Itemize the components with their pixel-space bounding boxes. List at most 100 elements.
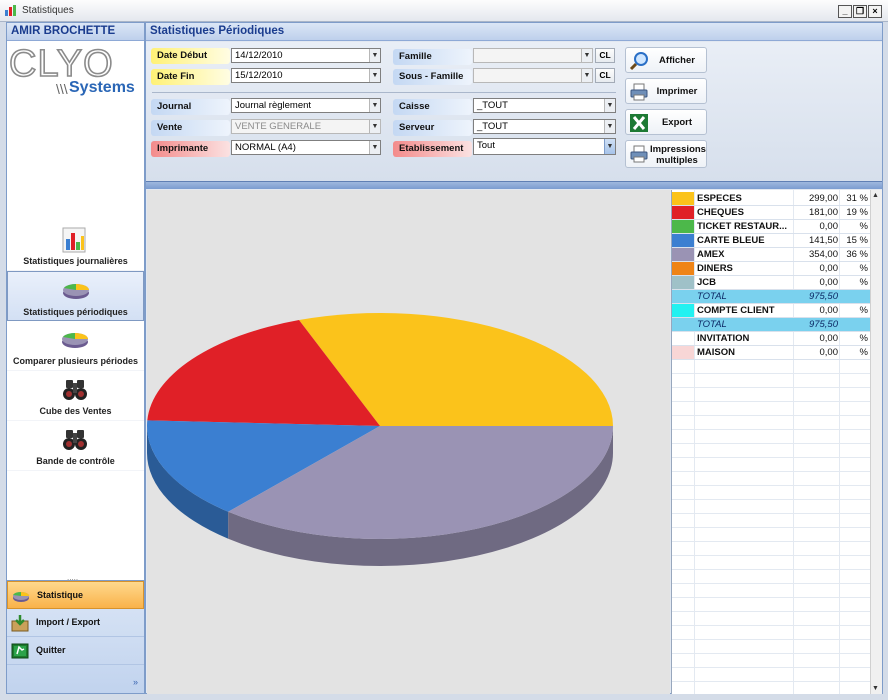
journal-value: Journal règlement: [235, 100, 312, 111]
legend-percent: 15 %: [846, 235, 868, 246]
date-fin-field[interactable]: 15/12/2010 ▼: [231, 68, 381, 83]
restore-button[interactable]: ❐: [853, 5, 867, 18]
legend-percent: %: [859, 333, 868, 344]
bar-chart-icon: [62, 227, 86, 253]
nav-cube-ventes[interactable]: Cube des Ventes: [7, 371, 144, 421]
etablissement-select[interactable]: Tout ▼: [473, 138, 616, 155]
legend-total-row[interactable]: TOTAL 975,50: [672, 318, 870, 332]
imprimer-button[interactable]: Imprimer: [625, 78, 707, 104]
legend-value: 354,00: [808, 249, 838, 260]
legend-row[interactable]: JCB 0,00%: [672, 276, 870, 290]
legend-swatch: [672, 234, 694, 247]
window-controls: _ ❐ ×: [838, 5, 882, 18]
impressions-multiples-button[interactable]: Impressions multiples: [625, 140, 707, 168]
legend-row[interactable]: CARTE BLEUE 141,50 15 %: [672, 234, 870, 248]
legend-empty-gridline: [672, 513, 870, 514]
chevron-down-icon[interactable]: ▼: [369, 141, 380, 154]
legend-row[interactable]: AMEX 354,00 36 %: [672, 248, 870, 262]
famille-clear-button[interactable]: CL: [595, 48, 615, 63]
export-button[interactable]: Export: [625, 109, 707, 135]
legend-percent: %: [859, 221, 868, 232]
clyo-logo: CLYO \\\ Systems: [9, 45, 143, 121]
chevron-down-icon[interactable]: ▼: [369, 99, 380, 112]
serveur-select[interactable]: _TOUT ▼: [473, 119, 616, 134]
nav-comparer-periodes[interactable]: Comparer plusieurs périodes: [7, 321, 144, 371]
nav-label: Bande de contrôle: [36, 456, 115, 466]
minimize-button[interactable]: _: [838, 5, 852, 18]
legend-row[interactable]: MAISON 0,00%: [672, 346, 870, 360]
chevron-down-icon[interactable]: ▼: [604, 139, 615, 154]
chevron-down-icon[interactable]: ▼: [604, 99, 615, 112]
legend-name: JCB: [697, 277, 717, 288]
caisse-select[interactable]: _TOUT ▼: [473, 98, 616, 113]
legend-scrollbar[interactable]: ▲ ▼: [870, 190, 882, 694]
bottom-nav-import-export[interactable]: Import / Export: [7, 609, 144, 637]
nav-bande-controle[interactable]: Bande de contrôle: [7, 421, 144, 471]
sous-famille-clear-button[interactable]: CL: [595, 68, 615, 83]
legend-row[interactable]: COMPTE CLIENT 0,00%: [672, 304, 870, 318]
legend-percent: 36 %: [846, 249, 868, 260]
legend-empty-gridline: [672, 611, 870, 612]
legend-row[interactable]: DINERS 0,00%: [672, 262, 870, 276]
bottom-nav-statistique[interactable]: Statistique: [7, 581, 144, 609]
legend-swatch: [672, 318, 694, 331]
legend-row[interactable]: TICKET RESTAUR... 0,00%: [672, 220, 870, 234]
legend-swatch: [672, 290, 694, 303]
legend-total-row[interactable]: TOTAL 975,50: [672, 290, 870, 304]
legend-empty-gridline: [672, 625, 870, 626]
legend-empty-gridline: [672, 471, 870, 472]
legend-empty-gridline: [672, 667, 870, 668]
pie-chart: [147, 313, 613, 566]
clyo-logo-mark: CLYO: [9, 45, 113, 81]
afficher-button[interactable]: Afficher: [625, 47, 707, 73]
imprimante-select[interactable]: NORMAL (A4) ▼: [231, 140, 381, 155]
legend-value: 299,00: [808, 193, 838, 204]
legend-value: 181,00: [808, 207, 838, 218]
legend-empty-gridline: [672, 415, 870, 416]
legend-value: 0,00: [819, 221, 839, 232]
scroll-down-icon[interactable]: ▼: [872, 685, 879, 692]
famille-label: Famille: [393, 49, 472, 65]
binoculars-icon: [63, 430, 87, 450]
famille-select[interactable]: ▼: [473, 48, 593, 63]
close-button[interactable]: ×: [868, 5, 882, 18]
chevron-down-icon[interactable]: ▼: [369, 49, 380, 62]
legend-swatch: [672, 304, 694, 317]
legend-empty-gridline: [672, 429, 870, 430]
legend-percent: 19 %: [846, 207, 868, 218]
pie-chart-icon: [63, 284, 89, 299]
legend-row[interactable]: CHEQUES 181,00 19 %: [672, 206, 870, 220]
nav-statistiques-periodiques[interactable]: Statistiques périodiques: [7, 271, 144, 321]
sous-famille-select[interactable]: ▼: [473, 68, 593, 83]
vente-value: VENTE GENERALE: [235, 121, 322, 132]
legend-name: MAISON: [697, 347, 735, 358]
legend-percent: 31 %: [846, 193, 868, 204]
chevron-down-icon[interactable]: ▼: [581, 69, 592, 82]
expand-chevron-icon[interactable]: »: [133, 677, 138, 687]
nav-statistiques-journalieres[interactable]: Statistiques journalières: [7, 221, 144, 271]
export-label: Export: [661, 117, 693, 128]
legend-percent: %: [859, 277, 868, 288]
bottom-nav-quitter[interactable]: Quitter: [7, 637, 144, 665]
chevron-down-icon[interactable]: ▼: [369, 69, 380, 82]
legend-percent: %: [859, 347, 868, 358]
scroll-up-icon[interactable]: ▲: [872, 192, 879, 199]
legend-name: COMPTE CLIENT: [697, 305, 775, 316]
serveur-value: _TOUT: [477, 121, 508, 132]
date-debut-field[interactable]: 14/12/2010 ▼: [231, 48, 381, 63]
date-fin-value: 15/12/2010: [235, 70, 283, 81]
serveur-label: Serveur: [393, 120, 472, 136]
legend-empty-gridline: [672, 555, 870, 556]
etablissement-value: Tout: [477, 140, 495, 151]
chevron-down-icon[interactable]: ▼: [604, 120, 615, 133]
legend-row[interactable]: ESPECES 299,00 31 %: [672, 192, 870, 206]
chevron-down-icon[interactable]: ▼: [581, 49, 592, 62]
horizontal-splitter[interactable]: [146, 181, 882, 189]
journal-select[interactable]: Journal règlement ▼: [231, 98, 381, 113]
legend-row[interactable]: INVITATION 0,00%: [672, 332, 870, 346]
legend-empty-gridline: [672, 401, 870, 402]
legend-swatch: [672, 248, 694, 261]
legend-name: DINERS: [697, 263, 733, 274]
imprimer-label: Imprimer: [656, 86, 698, 97]
bottom-nav: Statistique Import / Export Quitter »: [7, 580, 144, 693]
